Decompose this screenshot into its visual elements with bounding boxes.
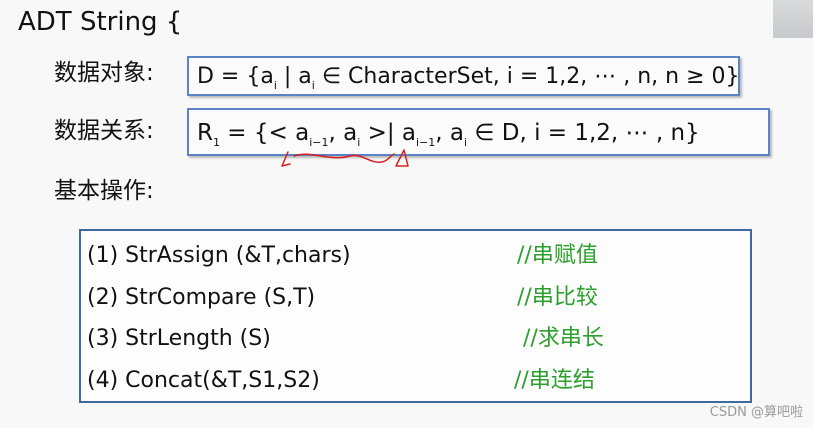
operation-row: (2) StrCompare (S,T) //串比较 xyxy=(81,279,750,317)
operation-signature: (4) Concat(&T,S1,S2) xyxy=(87,368,320,393)
operation-signature: (2) StrCompare (S,T) xyxy=(87,285,316,310)
watermark: CSDN @算吧啦 xyxy=(709,405,803,420)
formula-subscript: 1 xyxy=(212,136,220,149)
adt-title: ADT String { xyxy=(18,7,183,37)
handwritten-annotation xyxy=(281,149,409,167)
formula-text: >| a xyxy=(360,120,417,146)
operation-row: (1) StrAssign (&T,chars) //串赋值 xyxy=(81,237,750,275)
formula-text: D = {a xyxy=(197,64,274,89)
data-object-label: 数据对象: xyxy=(54,60,154,86)
operation-comment: //串比较 xyxy=(517,285,598,310)
formula-text: = {< a xyxy=(219,120,310,146)
formula-text: , a xyxy=(328,120,358,146)
operation-comment: //串赋值 xyxy=(517,243,598,268)
operation-signature: (1) StrAssign (&T,chars) xyxy=(87,243,351,268)
formula-text: ∈ CharacterSet, i = 1,2, ⋯ , n, n ≥ 0} xyxy=(314,64,740,89)
operation-row: (3) StrLength (S) //求串长 xyxy=(81,320,750,358)
slide: ADT String { 数据对象: D = {ai | ai ∈ Charac… xyxy=(0,0,813,428)
formula-text: , a xyxy=(435,120,465,146)
data-relation-label: 数据关系: xyxy=(54,118,154,144)
corner-overlay xyxy=(773,0,813,38)
data-object-formula-box: D = {ai | ai ∈ CharacterSet, i = 1,2, ⋯ … xyxy=(187,56,740,96)
annotation-left-mark xyxy=(281,151,291,167)
operation-signature: (3) StrLength (S) xyxy=(87,326,271,351)
formula-text: | a xyxy=(276,64,312,89)
annotation-squiggle xyxy=(293,153,395,163)
formula-text: ∈ D, i = 1,2, ⋯ , n} xyxy=(467,120,700,146)
operation-comment: //串连结 xyxy=(514,368,595,393)
formula-text: R xyxy=(197,120,213,146)
operations-box: (1) StrAssign (&T,chars) //串赋值 (2) StrCo… xyxy=(79,229,752,403)
operation-row: (4) Concat(&T,S1,S2) //串连结 xyxy=(81,362,750,400)
operation-comment: //求串长 xyxy=(523,326,604,351)
basic-operations-label: 基本操作: xyxy=(54,178,154,204)
annotation-right-mark xyxy=(395,149,409,167)
